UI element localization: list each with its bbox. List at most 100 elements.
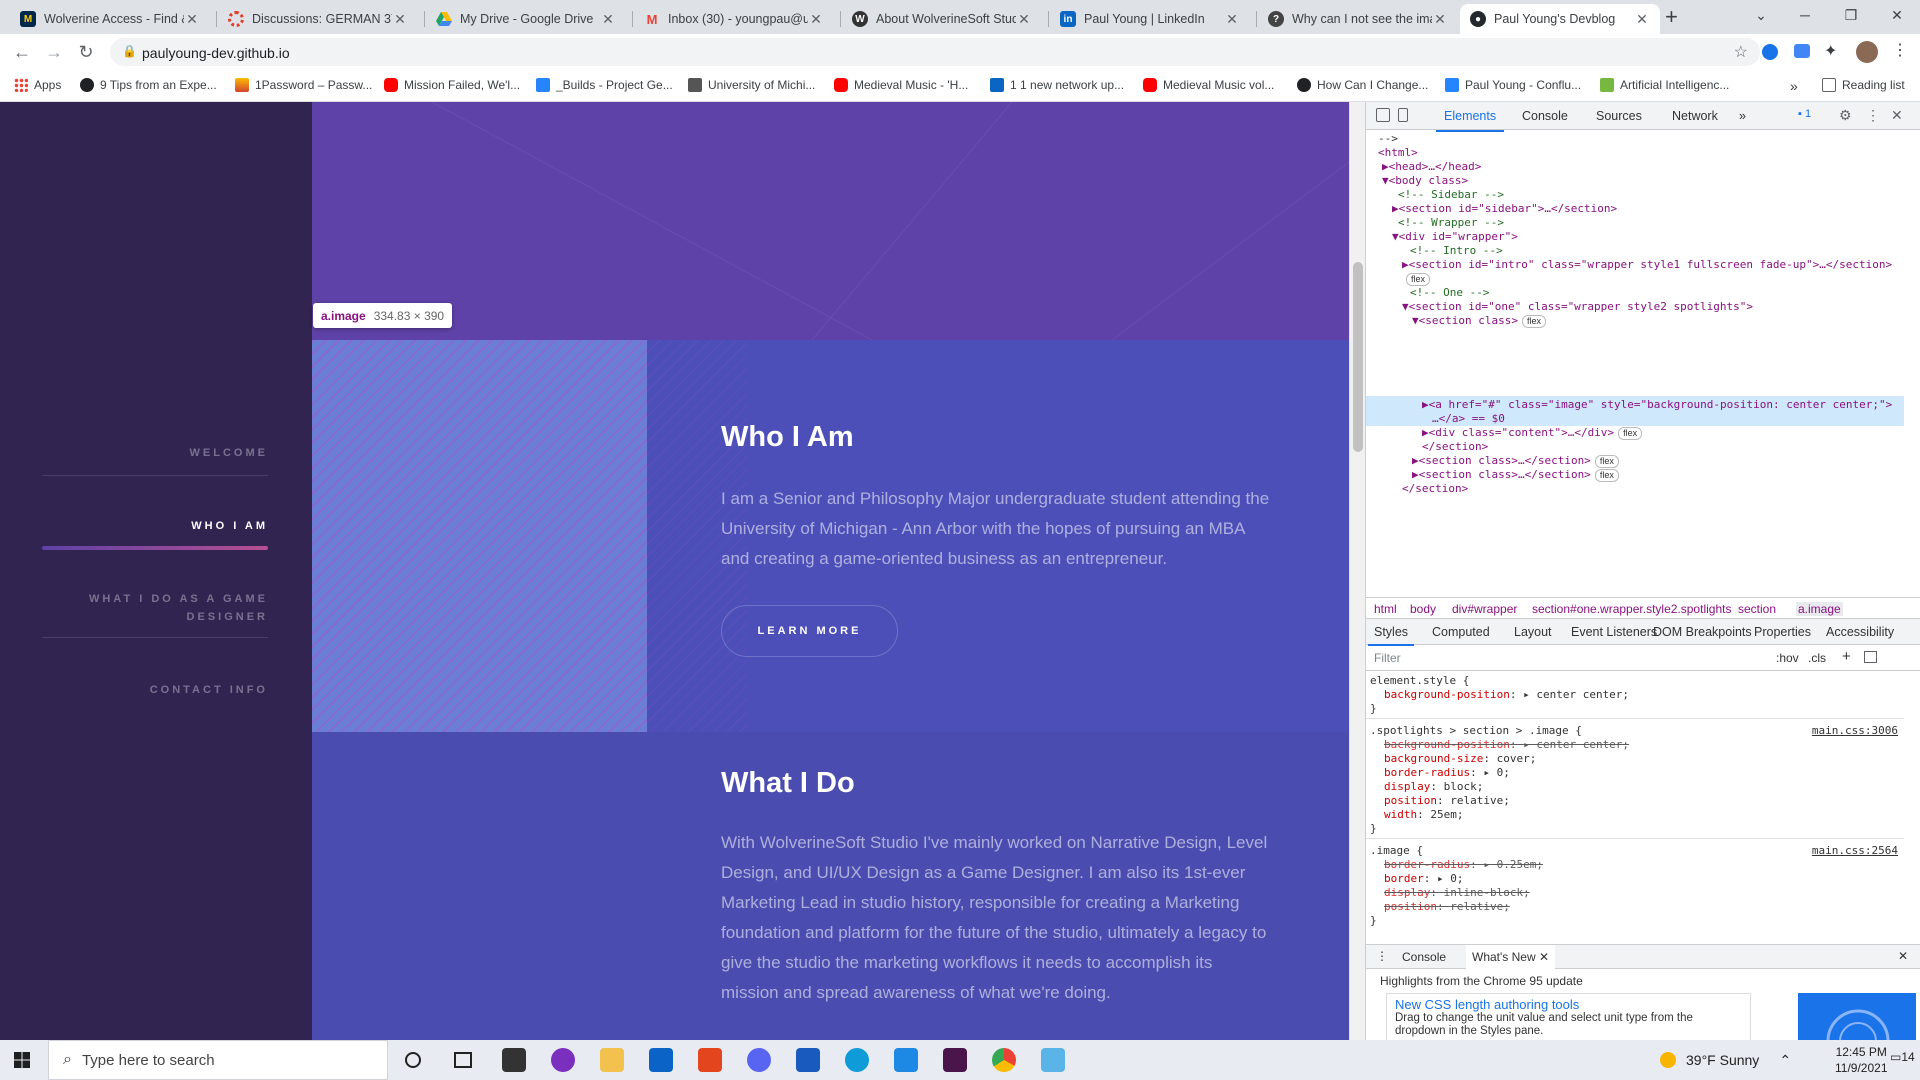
browser-tab[interactable]: Discussions: GERMAN 375 ✕ [218,4,418,34]
spotlight-image[interactable] [312,340,647,732]
close-drawer-icon[interactable]: ✕ [1898,949,1908,963]
discord-icon[interactable] [747,1048,771,1072]
issues-badge[interactable]: ▪ 1 [1798,108,1811,120]
new-tab-button[interactable]: + [1665,4,1678,30]
bookmark-star-icon[interactable]: ☆ [1734,42,1748,62]
dom-node[interactable]: ▼<section class> flex [1412,314,1546,328]
nav-welcome[interactable]: WELCOME [42,444,268,462]
breadcrumb-item[interactable]: div#wrapper [1452,602,1517,616]
restore-icon[interactable]: ❐ [1828,0,1874,30]
tab-network[interactable]: Network [1672,109,1718,123]
bookmark-item[interactable]: Medieval Music vol... [1143,78,1274,92]
browser-tab[interactable]: M Inbox (30) - youngpau@ur ✕ [634,4,834,34]
tab-close-icon[interactable]: ✕ [1634,11,1650,28]
page-scrollbar[interactable] [1349,102,1365,1040]
drawer-menu-icon[interactable]: ⋮ [1376,949,1388,963]
style-property[interactable]: background-size: cover; [1384,752,1536,766]
nav-contact[interactable]: CONTACT INFO [42,681,268,699]
style-property[interactable]: border-radius: ▸ 0; [1384,766,1510,780]
tray-chevron-icon[interactable]: ⌃ [1779,1052,1791,1069]
mail-icon[interactable] [649,1048,673,1072]
whats-new-card[interactable]: New CSS length authoring tools Drag to c… [1386,993,1751,1042]
browser-tab[interactable]: in Paul Young | LinkedIn ✕ [1050,4,1250,34]
nav-who-i-am[interactable]: WHO I AM [42,517,268,535]
device-toolbar-icon[interactable] [1398,108,1408,122]
cortana-icon[interactable] [405,1052,421,1068]
tab-layout[interactable]: Layout [1514,625,1552,639]
dom-comment[interactable]: <!-- Sidebar --> [1398,188,1504,202]
styles-filter-input[interactable]: Filter [1374,651,1401,665]
devtools-menu-icon[interactable]: ⋮ [1866,107,1880,124]
file-explorer-icon[interactable] [600,1048,624,1072]
weather-text[interactable]: 39°F Sunny [1686,1052,1759,1068]
tab-search-icon[interactable]: ⌄ [1738,0,1784,30]
windows-start-icon[interactable] [14,1052,30,1068]
tab-console[interactable]: Console [1522,109,1568,123]
drawer-tab-console[interactable]: Console [1402,950,1446,964]
tab-close-icon[interactable]: ✕ [392,11,408,28]
card-title[interactable]: New CSS length authoring tools [1395,997,1742,1012]
bookmark-item[interactable]: University of Michi... [688,78,815,92]
tab-close-icon[interactable]: ✕ [600,11,616,28]
reload-icon[interactable]: ↻ [72,38,100,66]
tab-properties[interactable]: Properties [1754,625,1811,639]
rule-source-link[interactable]: main.css:2564 [1812,844,1898,858]
forward-icon[interactable]: → [40,38,68,66]
dom-node[interactable]: </section> [1422,440,1488,454]
tab-close-icon[interactable]: ✕ [1432,11,1448,28]
breadcrumb-item[interactable]: html [1374,602,1397,616]
tab-styles[interactable]: Styles [1367,625,1415,646]
task-view-icon[interactable] [454,1052,472,1068]
taskbar-search[interactable]: ⌕ Type here to search [48,1040,388,1080]
learn-more-button[interactable]: LEARN MORE [721,605,898,657]
dom-node[interactable]: ▶<section class>…</section> flex [1412,468,1619,482]
browser-tab[interactable]: W About WolverineSoft Studi ✕ [842,4,1042,34]
extensions-puzzle-icon[interactable]: ✦ [1824,41,1837,61]
slack-icon[interactable] [943,1048,967,1072]
browser-tab[interactable]: My Drive - Google Drive ✕ [426,4,626,34]
style-property-overridden[interactable]: display: inline-block; [1384,886,1530,900]
chrome-icon[interactable] [992,1048,1016,1072]
vscode-icon[interactable] [894,1048,918,1072]
style-property-overridden[interactable]: position: relative; [1384,900,1510,914]
bookmark-item[interactable]: 9 Tips from an Expe... [80,78,217,92]
dom-node[interactable]: ▶<head>…</head> [1382,160,1481,174]
bookmark-item[interactable]: Medieval Music - 'H... [834,78,968,92]
browser-menu-icon[interactable]: ⋮ [1892,40,1908,60]
bookmark-item[interactable]: Artificial Intelligenc... [1600,78,1729,92]
bookmark-item[interactable]: Mission Failed, We'l... [384,78,520,92]
browser-tab[interactable]: ? Why can I not see the ima ✕ [1258,4,1458,34]
tab-close-icon[interactable]: ✕ [184,11,200,28]
new-rule-icon[interactable]: + [1842,648,1851,665]
style-property[interactable]: width: 25em; [1384,808,1464,822]
scrollbar-thumb[interactable] [1353,262,1363,452]
dom-comment[interactable]: <!-- One --> [1410,286,1489,300]
bookmark-item[interactable]: Paul Young - Conflu... [1445,78,1581,92]
dom-node[interactable]: <html> [1378,146,1418,160]
settings-gear-icon[interactable]: ⚙ [1839,107,1852,124]
breadcrumb-item[interactable]: section#one.wrapper.style2.spotlights [1532,602,1731,616]
profile-avatar[interactable] [1856,41,1878,63]
word-icon[interactable] [796,1048,820,1072]
tab-dom-breakpoints[interactable]: DOM Breakpoints [1653,625,1752,639]
breadcrumb-item[interactable]: section [1738,602,1776,616]
tab-elements[interactable]: Elements [1435,109,1505,132]
style-property[interactable]: background-position: ▸ center center; [1384,688,1629,702]
reading-list-button[interactable]: Reading list [1822,78,1905,92]
close-window-icon[interactable]: ✕ [1874,0,1920,30]
tab-close-icon[interactable]: ✕ [1016,11,1032,28]
tab-close-icon[interactable]: ✕ [1224,11,1240,28]
dom-node[interactable]: --> [1378,132,1398,146]
more-tabs-button[interactable]: » [1739,109,1746,123]
style-property[interactable]: border: ▸ 0; [1384,872,1464,886]
inspect-element-icon[interactable] [1376,108,1390,122]
close-devtools-icon[interactable]: ✕ [1891,107,1903,124]
bookmark-item[interactable]: 1Password – Passw... [235,78,372,92]
tab-sources[interactable]: Sources [1596,109,1642,123]
rule-selector[interactable]: .image { [1370,844,1423,858]
extension-icon[interactable] [1762,44,1778,60]
dom-comment[interactable]: <!-- Intro --> [1410,244,1503,258]
dom-node[interactable]: ▼<div id="wrapper"> [1392,230,1518,244]
style-property[interactable]: display: block; [1384,780,1483,794]
rule-selector[interactable]: .spotlights > section > .image { [1370,724,1582,738]
